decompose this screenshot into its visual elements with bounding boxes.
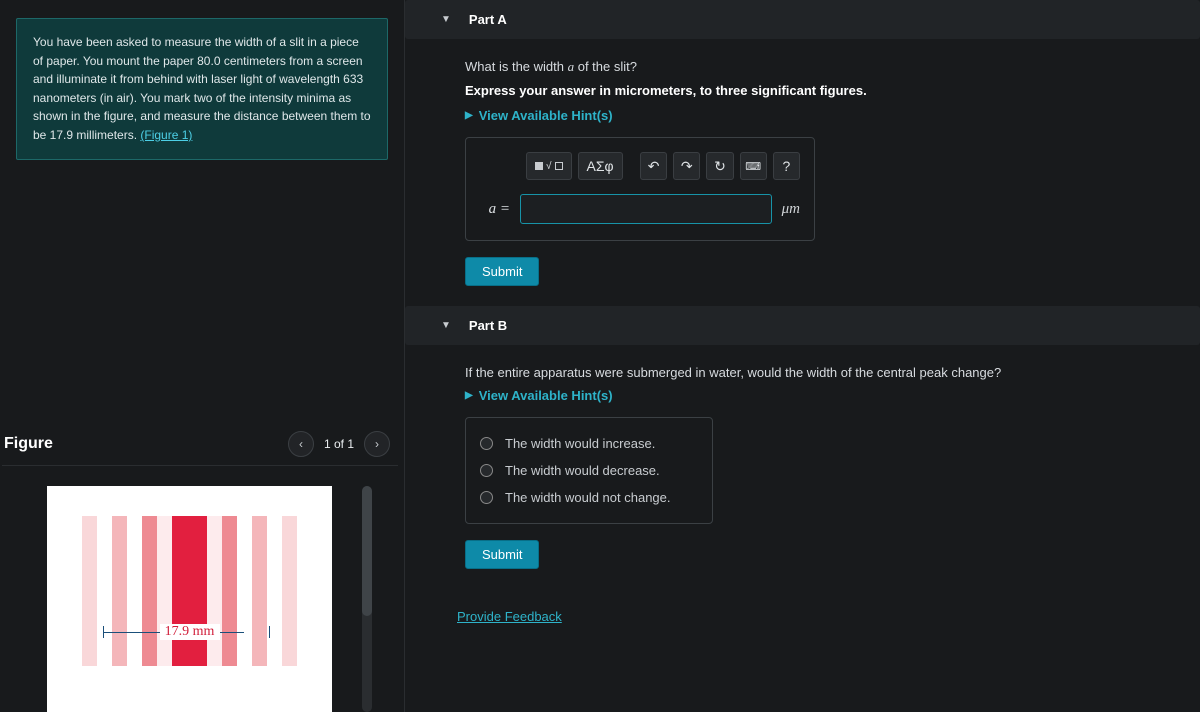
diffraction-figure: 17.9 mm: [47, 486, 332, 712]
redo-button[interactable]: ↷: [673, 152, 700, 180]
collapse-icon: ▼: [441, 14, 451, 25]
problem-text: You have been asked to measure the width…: [33, 35, 371, 142]
hints-label: View Available Hint(s): [479, 108, 613, 123]
caret-right-icon: ▶: [465, 390, 473, 401]
answer-box: √ ΑΣφ ↶ ↷ ↻ ⌨ ? a = μm: [465, 137, 815, 241]
part-b-header[interactable]: ▼ Part B: [405, 306, 1200, 345]
part-a-header[interactable]: ▼ Part A: [405, 0, 1200, 39]
help-button[interactable]: ?: [773, 152, 800, 180]
dimension-tick-right: [269, 626, 270, 638]
option-label: The width would not change.: [505, 490, 671, 505]
part-b-submit-button[interactable]: Submit: [465, 540, 539, 569]
figure-count: 1 of 1: [324, 437, 354, 451]
problem-statement: You have been asked to measure the width…: [16, 18, 388, 160]
radio-icon: [480, 437, 493, 450]
part-b-question: If the entire apparatus were submerged i…: [465, 365, 1200, 380]
dimension-label: 17.9 mm: [160, 624, 220, 640]
figure-section: Figure ‹ 1 of 1 ›: [0, 423, 404, 712]
figure-scrollbar[interactable]: [362, 486, 372, 712]
variable-label: a =: [480, 201, 510, 218]
diffraction-stripes: [67, 516, 312, 666]
figure-link[interactable]: (Figure 1): [140, 128, 192, 142]
part-a-submit-button[interactable]: Submit: [465, 257, 539, 286]
undo-button[interactable]: ↶: [640, 152, 667, 180]
option-decrease[interactable]: The width would decrease.: [480, 457, 698, 484]
part-a-body: What is the width a of the slit? Express…: [405, 39, 1200, 306]
figure-prev-button[interactable]: ‹: [288, 431, 314, 457]
right-panel: ▼ Part A What is the width a of the slit…: [405, 0, 1200, 712]
question-suffix: of the slit?: [574, 59, 637, 74]
radio-icon: [480, 464, 493, 477]
collapse-icon: ▼: [441, 320, 451, 331]
question-prefix: What is the width: [465, 59, 568, 74]
greek-button[interactable]: ΑΣφ: [578, 152, 623, 180]
radio-icon: [480, 491, 493, 504]
option-label: The width would decrease.: [505, 463, 660, 478]
answer-input[interactable]: [520, 194, 772, 224]
template-button[interactable]: √: [526, 152, 572, 180]
hints-label: View Available Hint(s): [479, 388, 613, 403]
part-a-hints-toggle[interactable]: ▶ View Available Hint(s): [465, 108, 1200, 123]
figure-header: Figure ‹ 1 of 1 ›: [2, 423, 398, 466]
reset-button[interactable]: ↻: [706, 152, 733, 180]
part-b-hints-toggle[interactable]: ▶ View Available Hint(s): [465, 388, 1200, 403]
option-no-change[interactable]: The width would not change.: [480, 484, 698, 511]
figure-body: 17.9 mm: [2, 466, 398, 712]
figure-scrollbar-thumb[interactable]: [362, 486, 372, 616]
part-a-instruction: Express your answer in micrometers, to t…: [465, 83, 1200, 98]
left-panel: You have been asked to measure the width…: [0, 0, 405, 712]
option-label: The width would increase.: [505, 436, 655, 451]
equation-toolbar: √ ΑΣφ ↶ ↷ ↻ ⌨ ?: [526, 152, 800, 180]
unit-label: μm: [782, 201, 800, 218]
keyboard-button[interactable]: ⌨: [740, 152, 767, 180]
provide-feedback-link[interactable]: Provide Feedback: [457, 609, 562, 624]
part-b-title: Part B: [469, 318, 507, 333]
figure-title: Figure: [4, 435, 288, 453]
figure-next-button[interactable]: ›: [364, 431, 390, 457]
option-increase[interactable]: The width would increase.: [480, 430, 698, 457]
multiple-choice-box: The width would increase. The width woul…: [465, 417, 713, 524]
part-b-body: If the entire apparatus were submerged i…: [405, 345, 1200, 589]
part-a-title: Part A: [469, 12, 507, 27]
caret-right-icon: ▶: [465, 110, 473, 121]
part-a-question: What is the width a of the slit?: [465, 59, 1200, 75]
answer-input-row: a = μm: [480, 194, 800, 224]
